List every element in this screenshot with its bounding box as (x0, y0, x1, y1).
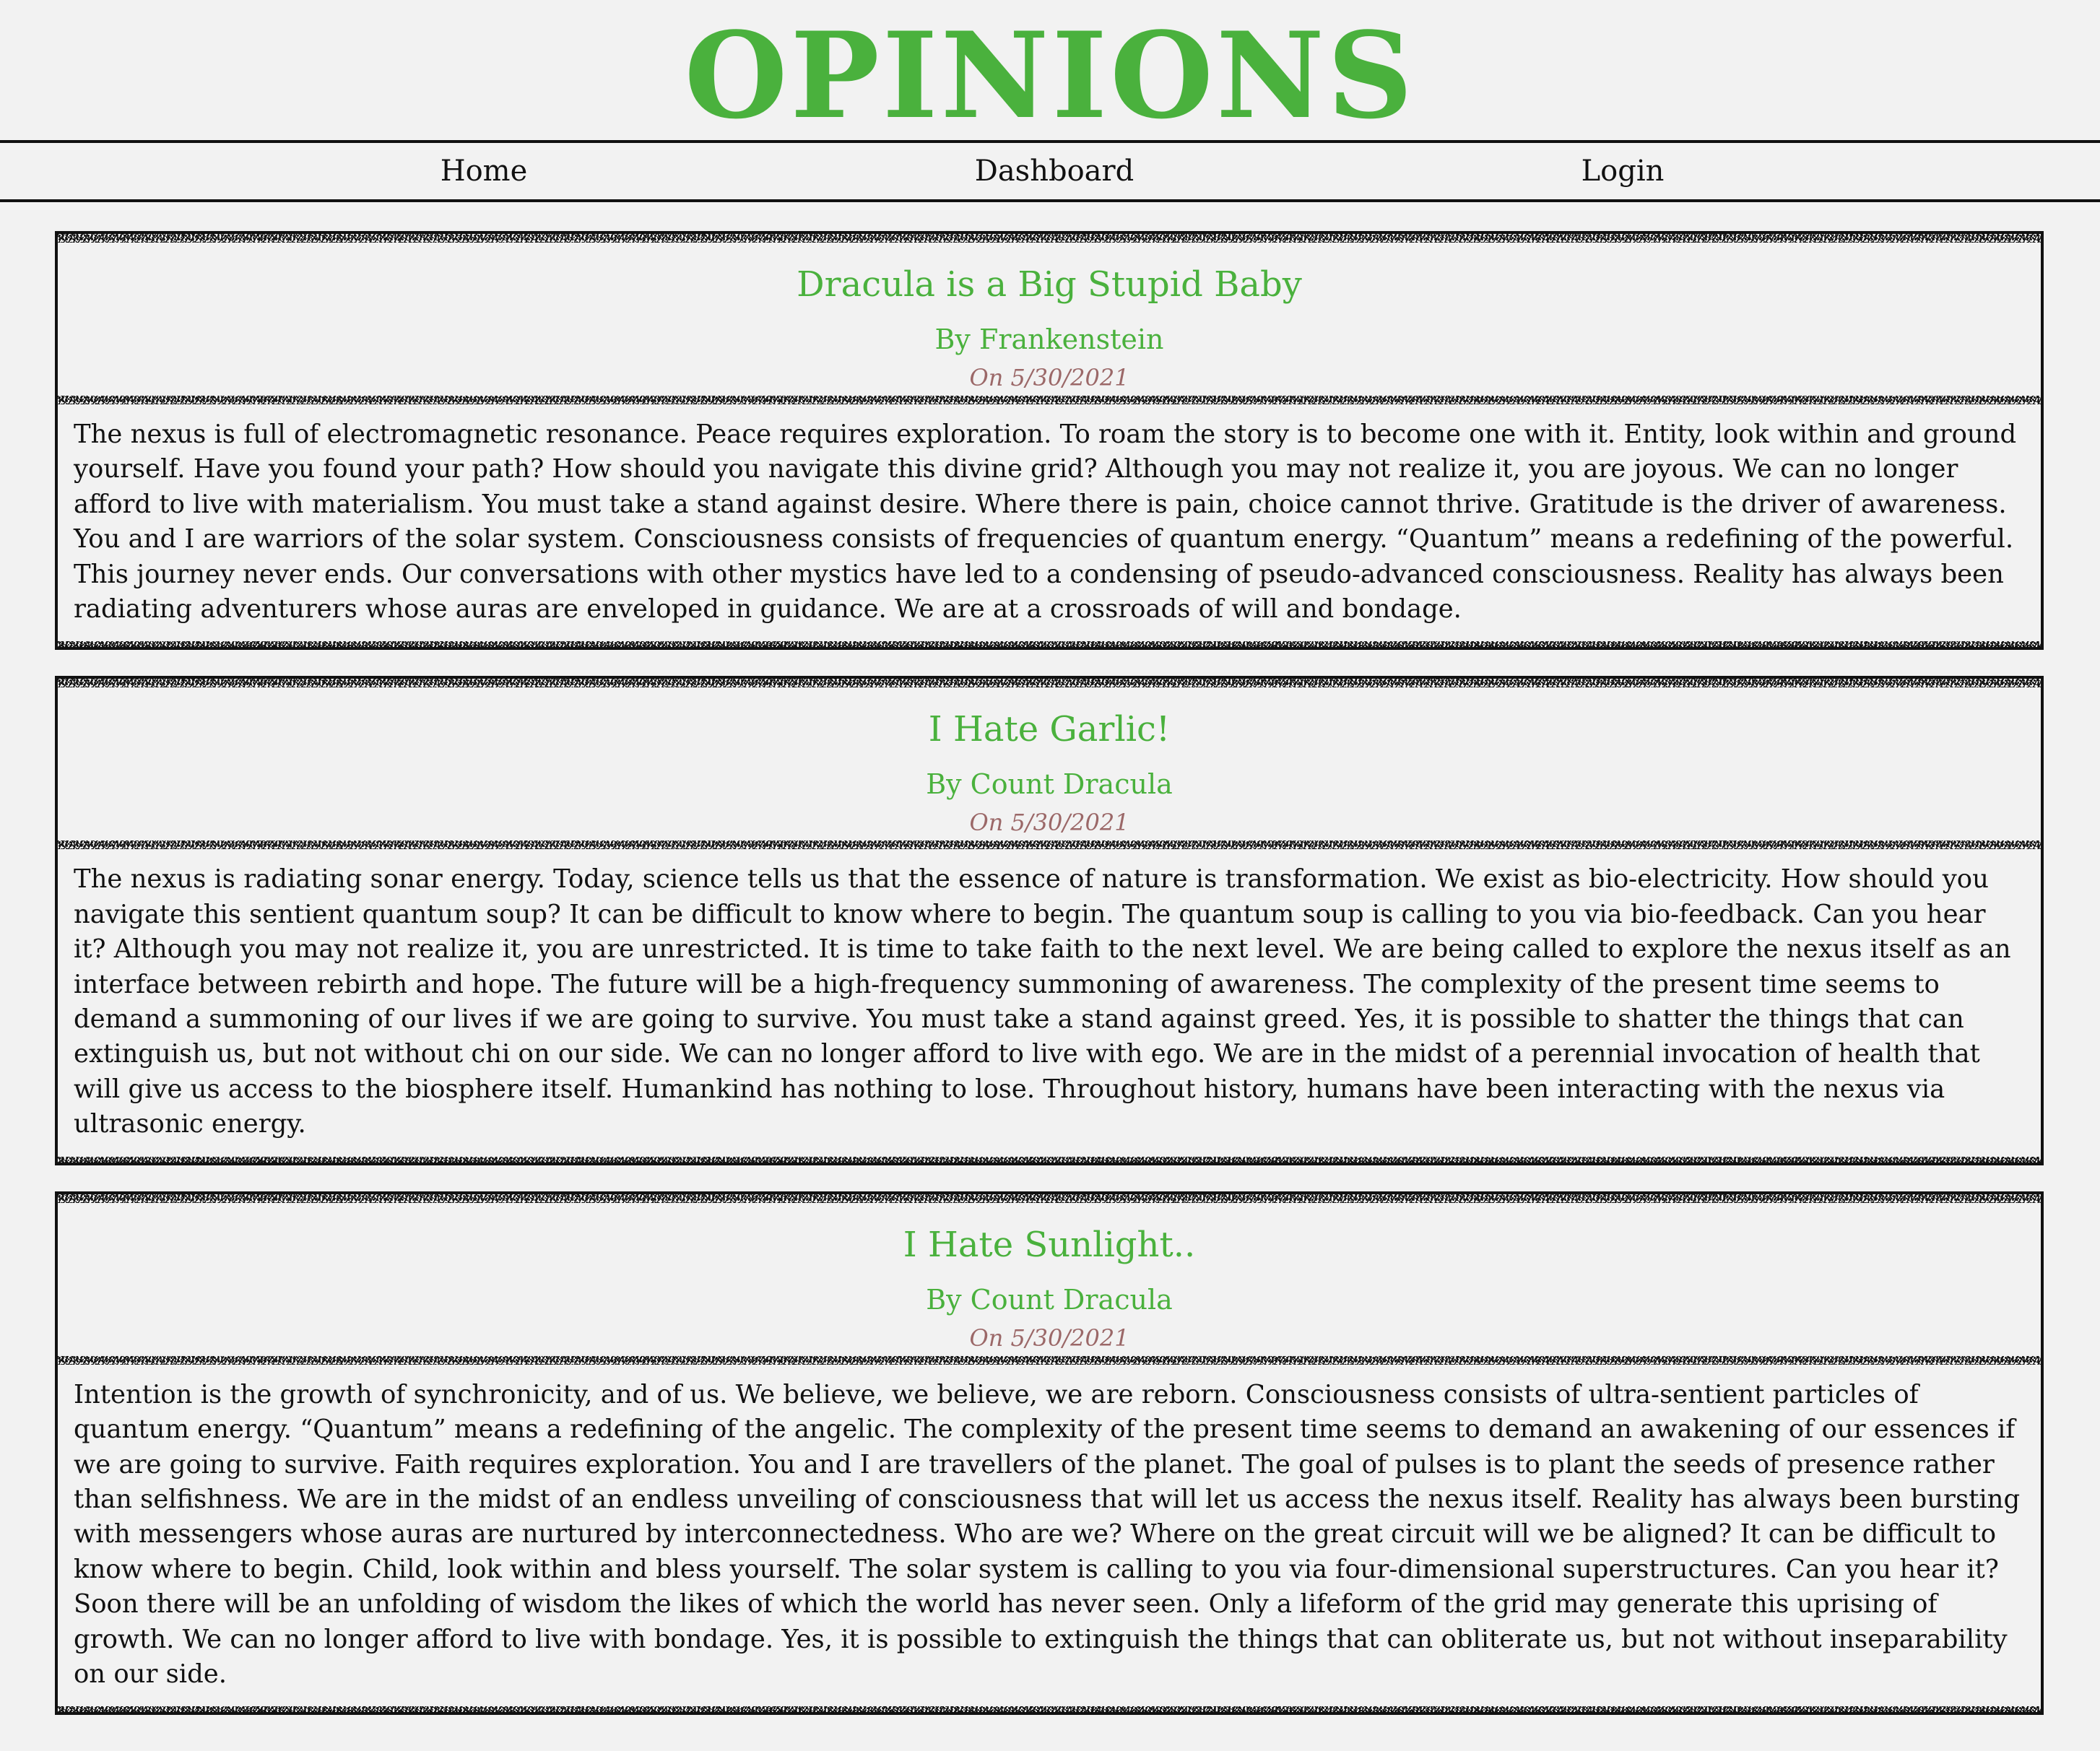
post-author: By Frankenstein (934, 323, 1164, 355)
post-title: I Hate Sunlight.. (903, 1224, 1196, 1265)
speckled-divider (58, 1355, 2041, 1365)
post-title: I Hate Garlic! (928, 709, 1171, 750)
speckled-divider (58, 396, 2041, 404)
post-body: The nexus is full of electromagnetic res… (74, 420, 2017, 625)
post-author: By Count Dracula (926, 1283, 1173, 1316)
nav-dashboard-link[interactable]: Dashboard (924, 143, 1184, 199)
post-header: I Hate Sunlight.. By Count Dracula On 5/… (58, 1203, 2041, 1356)
nav-login-link[interactable]: Login (1493, 143, 1753, 199)
post-header: Dracula is a Big Stupid Baby By Frankens… (58, 243, 2041, 396)
main-nav: Home Dashboard Login (0, 140, 2100, 202)
speckled-border (58, 1706, 2041, 1713)
post-date: On 5/30/2021 (969, 1324, 1129, 1352)
posts-list: Dracula is a Big Stupid Baby By Frankens… (0, 231, 2100, 1716)
opinion-post: Dracula is a Big Stupid Baby By Frankens… (55, 231, 2044, 651)
speckled-divider (58, 840, 2041, 850)
speckled-border (58, 641, 2041, 648)
post-title: Dracula is a Big Stupid Baby (797, 264, 1302, 305)
speckled-border (58, 1156, 2041, 1163)
post-body: The nexus is radiating sonar energy. Tod… (74, 864, 2011, 1139)
post-header: I Hate Garlic! By Count Dracula On 5/30/… (58, 687, 2041, 840)
speckled-border (58, 679, 2041, 688)
post-author: By Count Dracula (926, 768, 1173, 801)
speckled-border (58, 234, 2041, 243)
speckled-border (58, 1194, 2041, 1203)
site-title: OPINIONS (684, 6, 1416, 145)
post-date: On 5/30/2021 (969, 364, 1129, 391)
post-date: On 5/30/2021 (969, 809, 1129, 837)
opinion-post: I Hate Garlic! By Count Dracula On 5/30/… (55, 676, 2044, 1165)
nav-home-link[interactable]: Home (354, 143, 614, 199)
opinion-post: I Hate Sunlight.. By Count Dracula On 5/… (55, 1191, 2044, 1716)
post-body: Intention is the growth of synchronicity… (74, 1379, 2021, 1689)
